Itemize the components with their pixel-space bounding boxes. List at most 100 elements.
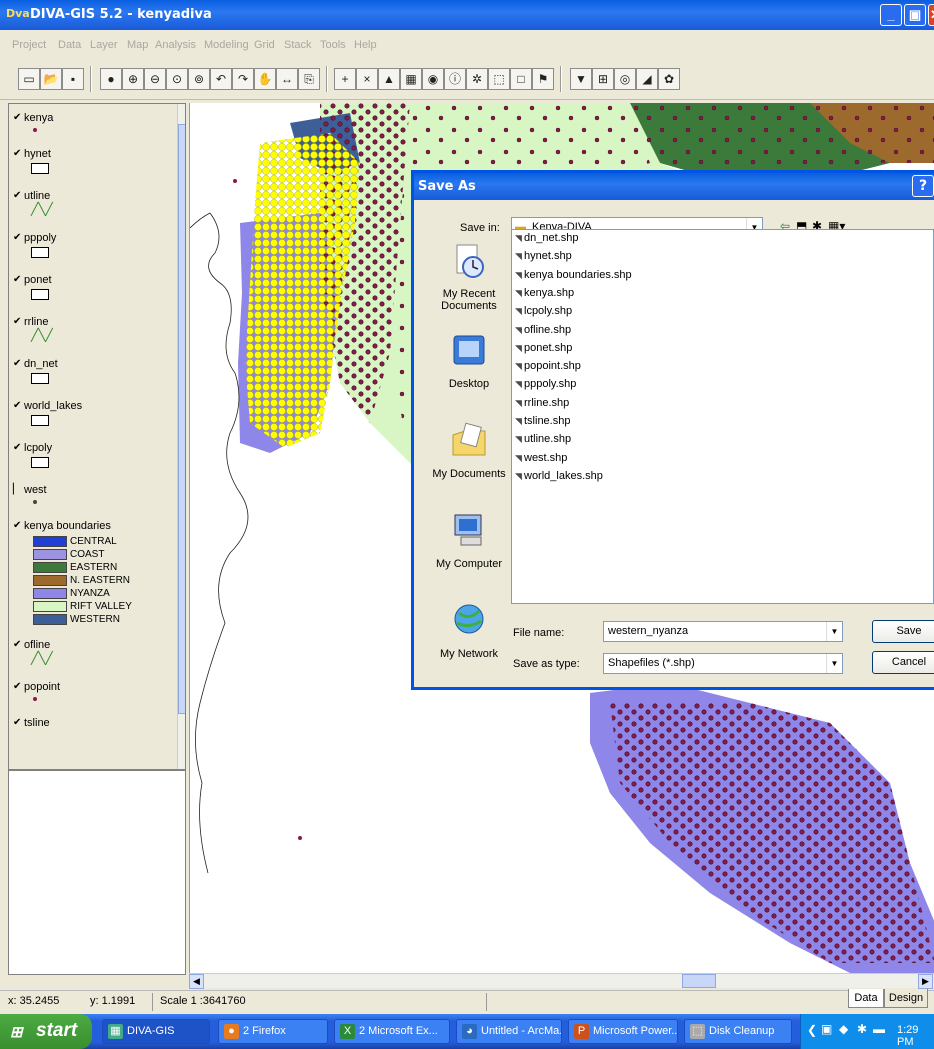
pan-icon[interactable]: ✋ [254,68,276,90]
zoom-out-icon[interactable]: ⊖ [144,68,166,90]
tray-network-icon[interactable]: ▣ [821,1022,832,1036]
rect-icon[interactable]: ⬚ [488,68,510,90]
globe-icon[interactable]: ● [100,68,122,90]
layer-checkbox[interactable]: ✔ [13,113,23,123]
map-scroll-thumb[interactable] [682,974,716,988]
file-item[interactable]: ◥ ponet.shp [515,342,572,354]
place-recent[interactable]: My Recent Documents [426,241,512,312]
scroll-left-icon[interactable]: ◀ [189,974,204,989]
file-name-input[interactable]: western_nyanza ▼ [603,621,843,642]
task-diva-gis[interactable]: ▦ DIVA-GIS [102,1019,210,1044]
file-item[interactable]: ◥ utline.shp [515,433,571,445]
layer-checkbox[interactable]: ▏ [13,485,23,495]
tray-security-icon[interactable]: ◆ [839,1022,848,1036]
place-desktop[interactable]: Desktop [426,331,512,390]
square-icon[interactable]: □ [510,68,532,90]
layer-checkbox[interactable]: ✔ [13,682,23,692]
menu-modeling[interactable]: Modeling [204,39,249,51]
copy-map-icon[interactable]: ⎘ [298,68,320,90]
layer-checkbox[interactable]: ✔ [13,275,23,285]
start-button[interactable]: ⊞ start [0,1014,92,1049]
measure-icon[interactable]: ↔ [276,68,298,90]
cancel-button[interactable]: Cancel [872,651,934,674]
file-item[interactable]: ◥ west.shp [515,452,567,464]
task-arcmap[interactable]: ◕ Untitled - ArcMa... [456,1019,562,1044]
layer-checkbox[interactable]: ✔ [13,317,23,327]
file-item[interactable]: ◥ lcpoly.shp [515,305,572,317]
tab-design[interactable]: Design [884,989,928,1008]
layer-checkbox[interactable]: ✔ [13,443,23,453]
menu-project[interactable]: Project [12,39,46,51]
tray-arrow-icon[interactable]: ❮ [807,1023,817,1037]
menu-grid[interactable]: Grid [254,39,275,51]
brush-icon[interactable]: ◢ [636,68,658,90]
task-firefox[interactable]: ● 2 Firefox [218,1019,328,1044]
file-item[interactable]: ◥ kenya.shp [515,287,574,299]
remove-icon[interactable]: × [356,68,378,90]
select-icon[interactable]: ▲ [378,68,400,90]
paint-icon[interactable]: ◎ [614,68,636,90]
save-button[interactable]: Save [872,620,934,643]
tray-bluetooth-icon[interactable]: ✱ [857,1022,867,1036]
layer-checkbox[interactable]: ✔ [13,640,23,650]
file-item[interactable]: ◥ tsline.shp [515,415,570,427]
place-my-network[interactable]: My Network [426,601,512,660]
flag-icon[interactable]: ⚑ [532,68,554,90]
file-list[interactable]: ◥ dn_net.shp ◥ hynet.shp ◥ kenya boundaries.s… [511,229,934,604]
task-excel[interactable]: X2 Microsoft Ex... [334,1019,450,1044]
redo-icon[interactable]: ↷ [232,68,254,90]
new-icon[interactable]: ▭ [18,68,40,90]
layer-checkbox[interactable]: ✔ [13,718,23,728]
file-item[interactable]: ◥ rrline.shp [515,397,569,409]
open-icon[interactable]: 📂 [40,68,62,90]
minimize-button[interactable]: _ [880,4,902,26]
layer-checkbox[interactable]: ✔ [13,359,23,369]
menu-map[interactable]: Map [127,39,148,51]
menu-tools[interactable]: Tools [320,39,346,51]
info-icon[interactable]: ⓘ [444,68,466,90]
menu-data[interactable]: Data [58,39,81,51]
legend-scrollbar[interactable] [177,104,185,769]
layer-checkbox[interactable]: ✔ [13,521,23,531]
undo-icon[interactable]: ↶ [210,68,232,90]
file-item[interactable]: ◥ kenya boundaries.shp [515,269,632,281]
menu-layer[interactable]: Layer [90,39,118,51]
file-item[interactable]: ◥ world_lakes.shp [515,470,603,482]
help-button[interactable]: ? [912,175,934,197]
legend-scroll-thumb[interactable] [178,124,185,714]
close-button[interactable]: ✕ [928,4,934,26]
file-item[interactable]: ◥ hynet.shp [515,250,572,262]
task-disk-cleanup[interactable]: ⬚ Disk Cleanup [684,1019,792,1044]
zoom-layer-icon[interactable]: ⊚ [188,68,210,90]
flower-icon[interactable]: ✿ [658,68,680,90]
task-powerpoint[interactable]: P Microsoft Power... [568,1019,678,1044]
place-my-computer[interactable]: My Computer [426,511,512,570]
point-icon[interactable]: ◉ [422,68,444,90]
place-my-documents[interactable]: My Documents [426,421,512,480]
file-item[interactable]: ◥ dn_net.shp [515,232,578,244]
add-icon[interactable]: + [334,68,356,90]
menu-analysis[interactable]: Analysis [155,39,196,51]
menu-help[interactable]: Help [354,39,377,51]
zoom-full-icon[interactable]: ⊙ [166,68,188,90]
file-item[interactable]: ◥ pppoly.shp [515,378,576,390]
layer-checkbox[interactable]: ✔ [13,233,23,243]
target-icon[interactable]: ⊞ [592,68,614,90]
file-item[interactable]: ◥ popoint.shp [515,360,581,372]
file-item[interactable]: ◥ ofline.shp [515,324,571,336]
layer-checkbox[interactable]: ✔ [13,191,23,201]
zoom-in-icon[interactable]: ⊕ [122,68,144,90]
grid-icon[interactable]: ▼ [570,68,592,90]
tab-data[interactable]: Data [848,989,884,1008]
table-icon[interactable]: ▦ [400,68,422,90]
layer-checkbox[interactable]: ✔ [13,401,23,411]
save-icon[interactable]: ▪ [62,68,84,90]
save-type-select[interactable]: Shapefiles (*.shp) ▼ [603,653,843,674]
maximize-button[interactable]: ▣ [904,4,926,26]
map-horizontal-scrollbar[interactable]: ◀ ▶ [189,973,934,989]
layer-checkbox[interactable]: ✔ [13,149,23,159]
scroll-right-icon[interactable]: ▶ [918,974,933,989]
tray-monitor-icon[interactable]: ▬ [873,1022,885,1036]
tools-icon[interactable]: ✲ [466,68,488,90]
menu-stack[interactable]: Stack [284,39,312,51]
